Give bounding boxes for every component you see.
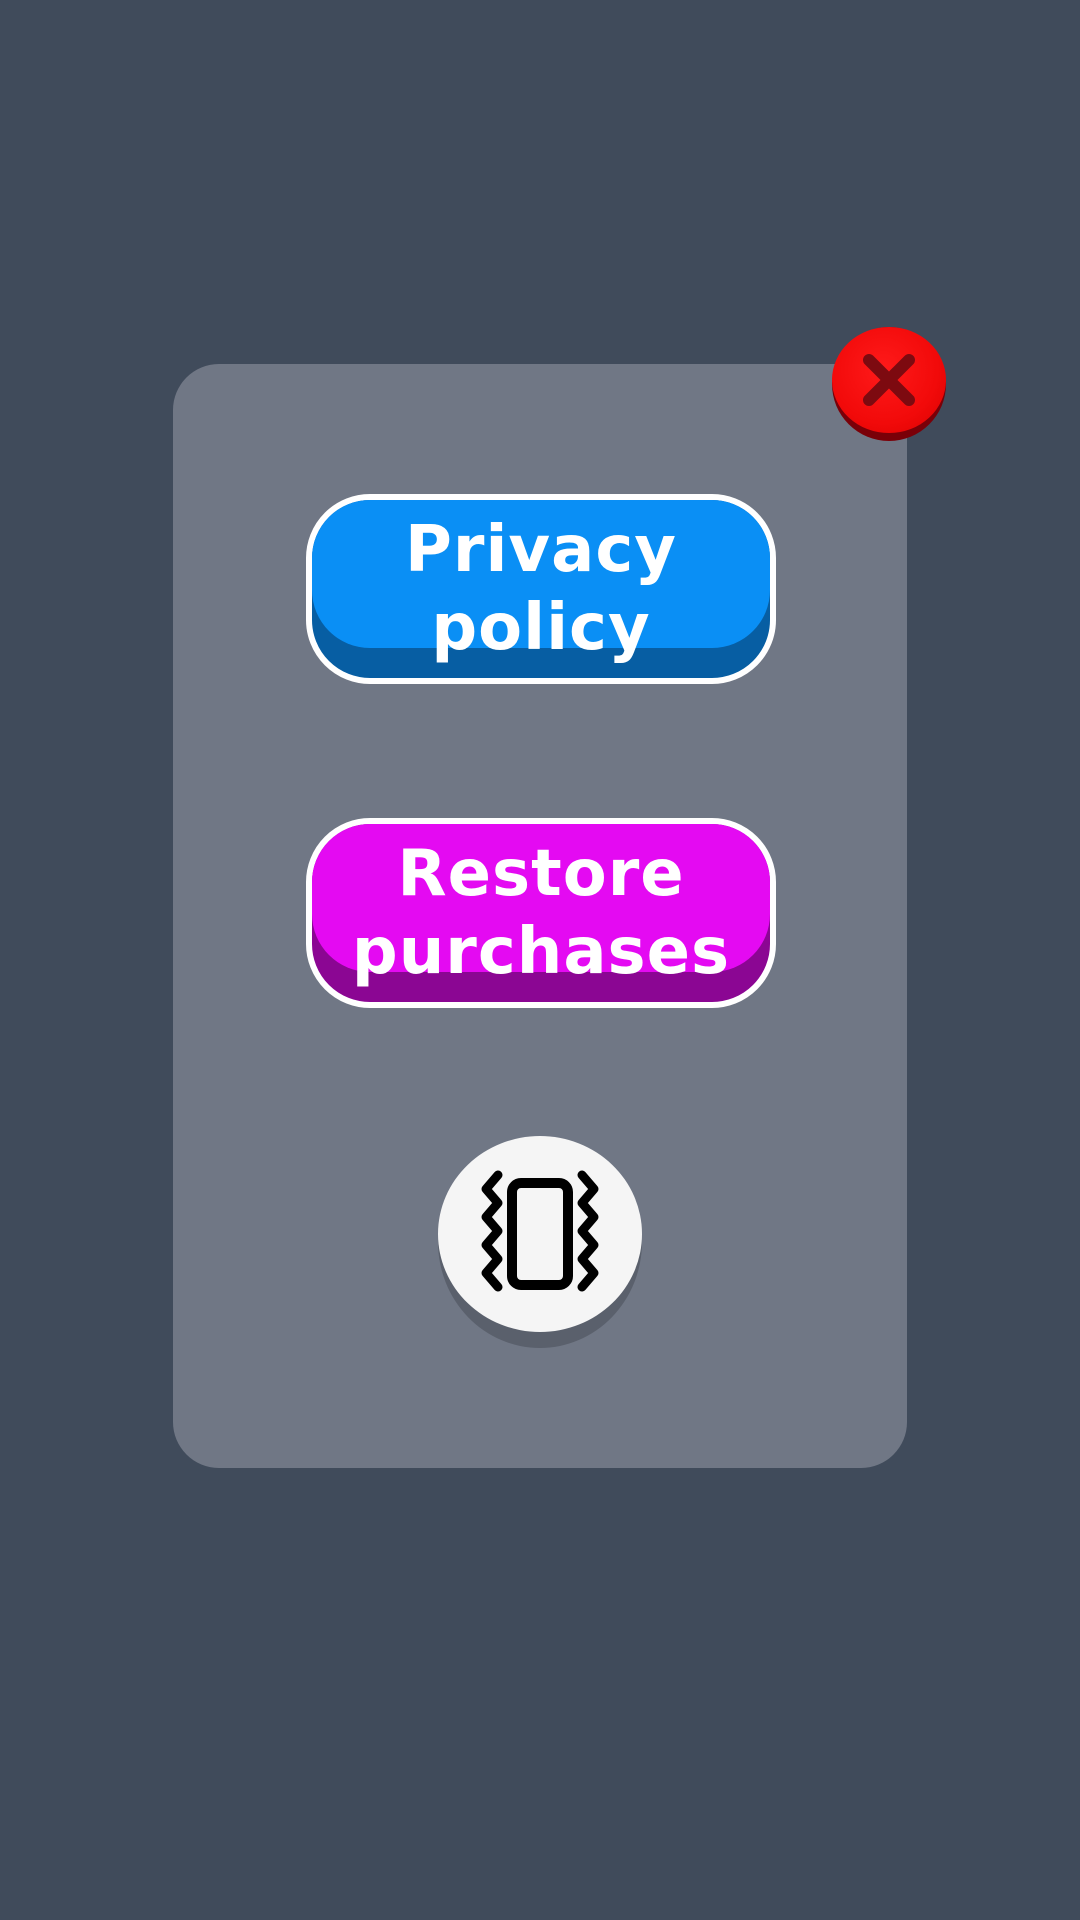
privacy-policy-button[interactable]: Privacy policy bbox=[306, 494, 776, 684]
vibration-toggle-face bbox=[438, 1136, 642, 1332]
restore-purchases-label: Restore purchases bbox=[351, 837, 731, 989]
vibration-toggle-button[interactable] bbox=[438, 1136, 642, 1348]
privacy-policy-label: Privacy policy bbox=[405, 513, 677, 665]
vibration-phone-icon bbox=[481, 1170, 599, 1292]
close-button-face bbox=[832, 327, 946, 433]
restore-purchases-button[interactable]: Restore purchases bbox=[306, 818, 776, 1008]
close-x-icon bbox=[863, 354, 915, 406]
close-button[interactable] bbox=[832, 327, 946, 441]
